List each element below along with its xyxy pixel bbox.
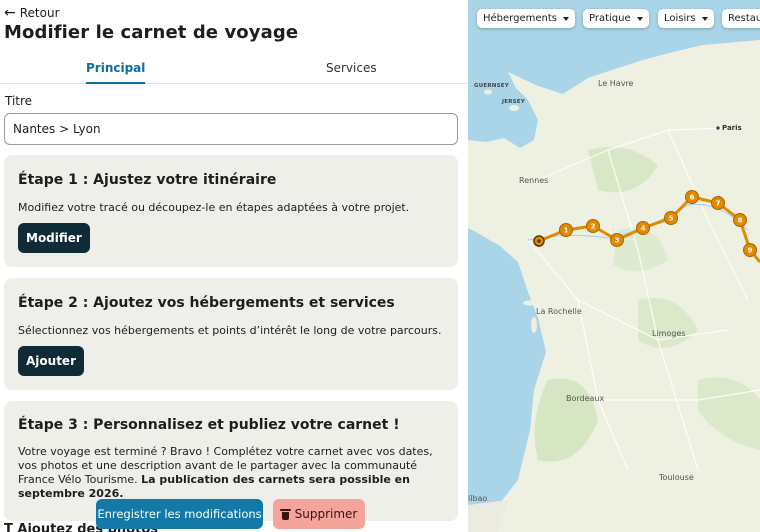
chevron-down-icon [701,16,708,21]
filter-label: Restau [728,13,760,24]
oleron-island [531,317,537,333]
route-marker-4-number: 4 [641,225,646,233]
filter-pratique[interactable]: Pratique [583,9,649,28]
back-link[interactable]: ← Retour [4,6,60,20]
add-services-button[interactable]: Ajouter [18,346,84,376]
filter-label: Hébergements [483,13,557,24]
route-marker-9-number: 9 [748,247,753,255]
jersey-island [509,105,519,111]
map-label-la-rochelle: La Rochelle [536,307,582,316]
step-3-text: Votre voyage est terminé ? Bravo ! Compl… [18,445,448,501]
filter-restauration[interactable]: Restau [722,9,760,28]
modify-route-button[interactable]: Modifier [18,223,90,253]
route-marker-8-number: 8 [738,217,743,225]
re-island [523,300,537,306]
route-marker-5-number: 5 [669,215,674,223]
route-marker-3-number: 3 [615,237,620,245]
step-2-text: Sélectionnez vos hébergements et points … [18,324,442,337]
step-2-title: Étape 2 : Ajoutez vos hébergements et se… [18,295,395,311]
step-1-text: Modifiez votre tracé ou découpez-le en é… [18,201,410,214]
filter-label: Pratique [589,13,631,24]
chevron-down-icon [636,16,643,21]
route-marker-6-number: 6 [690,194,695,202]
map-label-jersey: JERSEY [502,99,525,105]
chevron-down-icon [562,16,569,21]
tab-principal[interactable]: Principal [86,61,146,84]
route-marker-2-number: 2 [591,223,596,231]
edit-panel: ← Retour Modifier le carnet de voyage Pr… [0,0,468,532]
map-label-limoges: Limoges [652,329,686,338]
map-label-bilbao: ilbao [468,494,488,503]
arrow-left-icon: ← [4,5,16,21]
route-map[interactable]: 1 2 3 4 5 6 7 8 9 GUERNSEY JERSEY Le Hav… [468,0,760,532]
back-label: Retour [19,6,60,20]
land-area [468,40,760,532]
tab-services[interactable]: Services [326,61,377,75]
route-start-dot [537,239,541,243]
step-1-card: Étape 1 : Ajustez votre itinéraire Modif… [4,155,458,267]
delete-button[interactable]: Supprimer [273,499,365,529]
map-label-le-havre: Le Havre [598,79,634,88]
filter-label: Loisirs [664,13,696,24]
route-marker-7-number: 7 [716,200,721,208]
map-label-paris: Paris [722,124,742,132]
page-title: Modifier le carnet de voyage [4,22,299,43]
delete-label: Supprimer [294,507,358,521]
step-2-card: Étape 2 : Ajoutez vos hébergements et se… [4,278,458,390]
map-label-toulouse: Toulouse [659,473,694,482]
guernsey-island [484,89,492,95]
step-3-title: Étape 3 : Personnalisez et publiez votre… [18,417,400,433]
paris-dot [716,126,720,130]
step-1-title: Étape 1 : Ajustez votre itinéraire [18,172,277,188]
map-label-rennes: Rennes [519,176,549,185]
title-label: Titre [5,94,33,108]
save-button[interactable]: Enregistrer les modifications [96,499,263,529]
trash-icon [279,508,291,520]
tab-bar: Principal Services [0,56,468,84]
map-label-guernsey: GUERNSEY [474,83,509,89]
title-input[interactable] [4,113,458,145]
filter-hebergements[interactable]: Hébergements [477,9,575,28]
map-label-bordeaux: Bordeaux [566,394,605,403]
route-marker-1-number: 1 [564,227,569,235]
filter-loisirs[interactable]: Loisirs [658,9,714,28]
